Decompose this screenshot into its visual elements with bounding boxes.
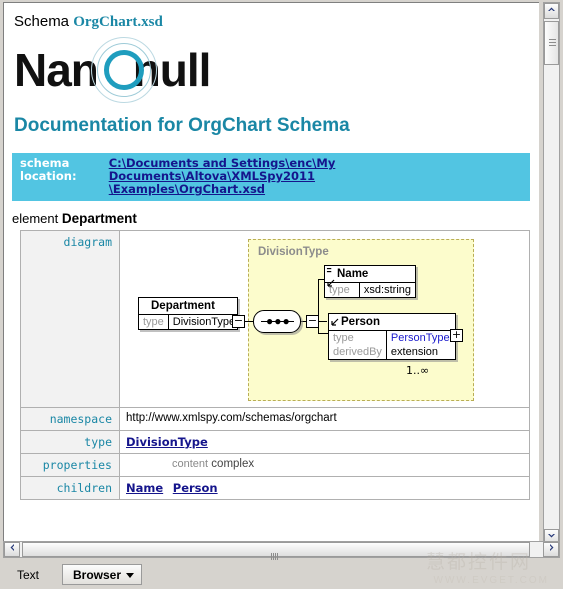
logo-text-left: Nan (14, 44, 99, 96)
person-derivedby-key: derivedBy (329, 345, 387, 359)
tab-browser[interactable]: Browser (62, 564, 143, 585)
table-row-type: type DivisionType (20, 430, 530, 454)
department-collapse-toggle[interactable]: − (232, 315, 245, 328)
document-content-frame: Schema OrgChart.xsd NanOnull Documentati… (3, 2, 539, 546)
row-value-properties: content complex (119, 453, 530, 477)
schema-heading-prefix: Schema (14, 13, 70, 30)
vertical-scrollbar[interactable] (543, 2, 560, 546)
schema-file-name: OrgChart.xsd (73, 14, 163, 30)
nanonull-logo: NanOnull (12, 31, 538, 109)
table-row: type PersonType (329, 331, 455, 345)
row-value-diagram: DivisionType Department type DivisionTyp… (119, 230, 530, 408)
properties-content-value: complex (211, 458, 255, 470)
child-link-name[interactable]: Name (126, 481, 163, 495)
diagram-node-person-title: Person (329, 314, 455, 331)
division-type-group-label: DivisionType (258, 246, 329, 258)
diagram-node-department[interactable]: Department type DivisionType (138, 297, 238, 330)
chevron-up-icon (548, 7, 555, 11)
sequence-compositor-icon[interactable]: ●●● (253, 310, 301, 333)
table-row: derivedBy extension (329, 345, 455, 359)
horizontal-scrollbar-thumb[interactable] (22, 542, 530, 560)
required-arrow-icon (331, 318, 339, 326)
schema-location-link[interactable]: C:\Documents and Settings\enc\My Documen… (109, 157, 530, 196)
schema-location-path-line2[interactable]: \Examples\OrgChart.xsd (109, 183, 530, 196)
view-tab-bar: Text Browser (0, 560, 563, 589)
name-type-value: xsd:string (363, 284, 411, 296)
department-type-value: DivisionType (172, 316, 236, 328)
tab-text[interactable]: Text (6, 564, 51, 585)
required-arrow-icon (327, 279, 335, 287)
page-title: Documentation for OrgChart Schema (14, 115, 350, 136)
element-marker-icon: ━ ━ (327, 266, 331, 276)
logo-ring-inner-icon (104, 50, 144, 90)
scroll-up-button[interactable] (544, 3, 559, 19)
schema-diagram: DivisionType Department type DivisionTyp… (120, 231, 529, 407)
row-label-diagram: diagram (20, 230, 120, 408)
scroll-right-button[interactable] (543, 542, 559, 557)
chevron-down-icon (126, 573, 135, 578)
row-value-type: DivisionType (119, 430, 530, 454)
schema-documentation: Schema OrgChart.xsd NanOnull Documentati… (4, 3, 538, 512)
diagram-node-name[interactable]: ━ ━ Name type xsd:string (324, 265, 416, 298)
diagram-node-person-rows: type PersonType derivedBy extension (329, 331, 455, 359)
schema-location-path-line1[interactable]: C:\Documents and Settings\enc\My Documen… (109, 157, 530, 183)
sequence-dots-icon: ●●● (266, 314, 291, 328)
sequence-collapse-toggle[interactable]: − (306, 315, 319, 328)
schema-heading: Schema OrgChart.xsd (4, 3, 538, 31)
table-row-children: children Name Person (20, 476, 530, 500)
table-row: type xsd:string (325, 283, 415, 297)
person-type-key: type (329, 331, 387, 345)
schema-location-label-line2: location: (20, 169, 77, 183)
element-heading: element Department (4, 201, 538, 230)
diagram-node-person[interactable]: Person type PersonType derivedBy extensi… (328, 313, 456, 360)
table-row-properties: properties content complex (20, 453, 530, 477)
element-properties-table: diagram DivisionType Department type Div… (20, 230, 530, 500)
row-label-type: type (20, 430, 120, 454)
table-row: type DivisionType (139, 315, 239, 329)
chevron-down-icon (548, 534, 555, 538)
type-link[interactable]: DivisionType (126, 435, 208, 449)
horizontal-scrollbar[interactable] (3, 541, 560, 560)
row-label-children: children (20, 476, 120, 500)
department-type-key: type (139, 315, 169, 329)
element-heading-name: Department (61, 211, 137, 226)
chevron-right-icon (549, 544, 553, 551)
person-expand-toggle[interactable]: + (450, 329, 463, 342)
table-row-namespace: namespace http://www.xmlspy.com/schemas/… (20, 407, 530, 431)
scrollbar-grip-icon (549, 39, 556, 46)
schema-location-bar: schema location: C:\Documents and Settin… (12, 153, 530, 201)
connector-toggle-to-branch (319, 321, 327, 322)
row-value-namespace: http://www.xmlspy.com/schemas/orgchart (119, 407, 530, 431)
diagram-node-name-rows: type xsd:string (325, 283, 415, 297)
diagram-node-name-title: Name (325, 266, 415, 283)
chevron-left-icon (10, 544, 14, 551)
diagram-node-department-title: Department (139, 298, 237, 315)
person-derivedby-value: extension (390, 346, 439, 358)
tab-browser-label: Browser (73, 568, 122, 582)
child-link-person[interactable]: Person (173, 481, 218, 495)
element-heading-prefix: element (12, 211, 59, 226)
schema-location-label: schema location: (12, 157, 109, 196)
scrollbar-grip-icon (271, 547, 281, 560)
vertical-scrollbar-thumb[interactable] (544, 21, 559, 65)
table-row-diagram: diagram DivisionType Department type Div… (20, 230, 530, 408)
scroll-left-button[interactable] (4, 542, 20, 557)
xmlspy-documentation-window: Schema OrgChart.xsd NanOnull Documentati… (0, 0, 563, 589)
diagram-node-department-rows: type DivisionType (139, 315, 239, 329)
row-label-properties: properties (20, 453, 120, 477)
row-value-children: Name Person (119, 476, 530, 500)
person-type-value[interactable]: PersonType (386, 331, 455, 345)
properties-content-key: content (172, 458, 209, 470)
person-cardinality-label: 1..∞ (406, 364, 430, 377)
row-label-namespace: namespace (20, 407, 120, 431)
